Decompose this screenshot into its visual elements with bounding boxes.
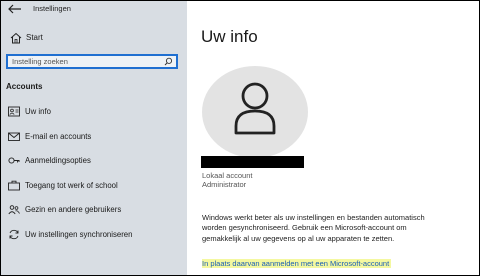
sidebar-item-label: Uw instellingen synchroniseren	[25, 229, 133, 239]
home-link[interactable]: Start	[1, 29, 187, 47]
main-content: Uw info Lokaal account Administrator Win…	[187, 1, 479, 275]
page-title: Uw info	[201, 27, 258, 46]
title-bar: Instellingen	[1, 1, 187, 17]
avatar	[202, 66, 308, 158]
back-arrow-icon[interactable]	[8, 4, 22, 14]
account-type: Lokaal account	[202, 171, 253, 180]
sync-info-text: Windows werkt beter als uw instellingen …	[202, 213, 425, 243]
briefcase-icon	[8, 180, 20, 190]
sidebar-item-label: Aanmeldingsopties	[25, 156, 91, 165]
key-icon	[8, 157, 20, 164]
search-input[interactable]	[8, 56, 162, 67]
sidebar-item-label: Gezin en andere gebruikers	[25, 205, 122, 214]
sidebar: Instellingen Start Accounts	[1, 1, 187, 275]
sidebar-item-sync-settings[interactable]: Uw instellingen synchroniseren	[1, 224, 187, 249]
sidebar-item-label: E-mail en accounts	[25, 131, 92, 141]
sidebar-item-sign-in-options[interactable]: Aanmeldingsopties	[1, 150, 187, 175]
sync-icon	[9, 229, 19, 239]
sidebar-item-label: Toegang tot werk of school	[25, 180, 118, 190]
sidebar-item-family-users[interactable]: Gezin en andere gebruikers	[1, 199, 187, 224]
sidebar-item-label: Uw info	[25, 107, 51, 116]
sidebar-item-work-school[interactable]: Toegang tot werk of school	[1, 175, 187, 200]
sidebar-nav: Uw info E-mail en accounts Aanmeldingsop…	[1, 101, 187, 248]
account-role: Administrator	[202, 180, 247, 189]
redacted-username	[201, 156, 304, 168]
sidebar-item-uw-info[interactable]: Uw info	[1, 101, 187, 126]
person-card-icon	[8, 106, 20, 117]
sidebar-item-email-accounts[interactable]: E-mail en accounts	[1, 126, 187, 151]
search-box[interactable]	[6, 54, 178, 69]
settings-window: Instellingen Start Accounts	[1, 1, 479, 275]
people-icon	[8, 205, 20, 215]
home-icon	[10, 32, 22, 44]
mail-icon	[8, 132, 20, 141]
user-silhouette-icon	[234, 82, 276, 135]
search-icon[interactable]	[164, 57, 173, 66]
microsoft-account-sign-in-link[interactable]: In plaats daarvan aanmelden met een Micr…	[202, 259, 392, 268]
home-label: Start	[26, 33, 43, 42]
app-title: Instellingen	[33, 4, 71, 13]
section-heading: Accounts	[6, 82, 43, 91]
